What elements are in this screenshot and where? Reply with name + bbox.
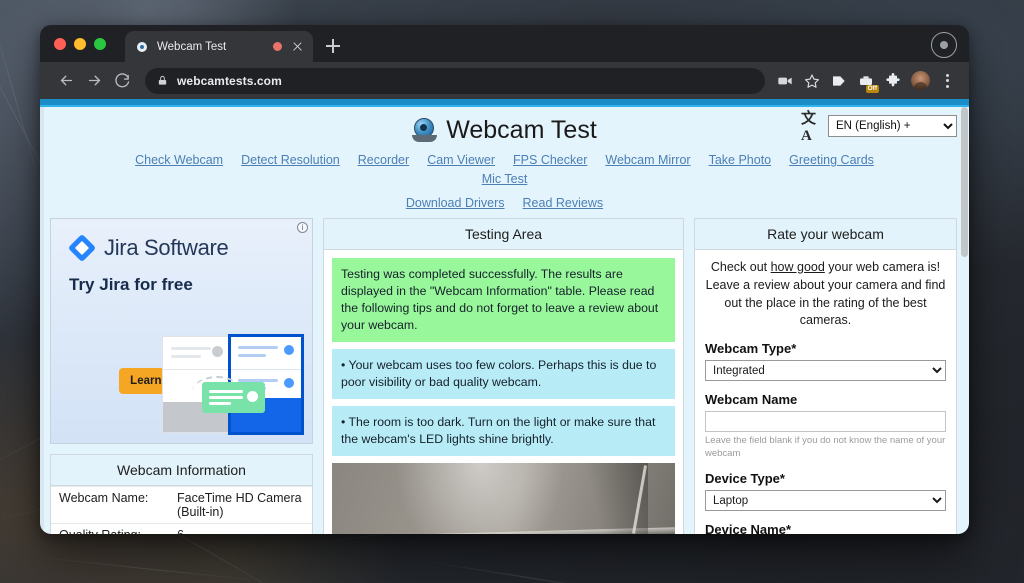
rate-webcam-heading: Rate your webcam xyxy=(695,219,956,250)
advertisement-jira[interactable]: i Jira Software Try Jira for free Learn … xyxy=(50,218,313,444)
browser-toolbar: webcamtests.com xyxy=(40,62,969,99)
page-content: Webcam Test 文A EN (English) + Check Webc… xyxy=(40,107,969,534)
reading-list-tag-icon[interactable] xyxy=(827,68,851,94)
middle-column: Testing Area Testing was completed succe… xyxy=(323,218,684,534)
device-name-label: Device Name* xyxy=(705,522,791,534)
tab-search-icon[interactable] xyxy=(931,32,957,58)
device-type-select[interactable]: Laptop xyxy=(705,490,946,512)
rate-webcam-body: Check out how good your web camera is! L… xyxy=(695,250,956,534)
webcam-icon xyxy=(412,118,438,143)
webcam-favicon-icon xyxy=(135,39,149,54)
language-switcher[interactable]: 文A EN (English) + xyxy=(801,111,957,144)
webcam-preview-video[interactable] xyxy=(332,462,675,534)
nav-link-mic-test[interactable]: Mic Test xyxy=(482,172,528,186)
minimize-window-button[interactable] xyxy=(74,38,86,50)
secondary-nav: Download Drivers Read Reviews xyxy=(40,186,969,210)
primary-nav: Check Webcam Detect Resolution Recorder … xyxy=(40,150,969,186)
bookmark-star-icon[interactable] xyxy=(800,68,824,94)
wallpaper-streak xyxy=(419,560,638,583)
browser-tab[interactable]: Webcam Test xyxy=(125,31,313,62)
right-column: Rate your webcam Check out how good your… xyxy=(694,218,957,534)
testing-area-body: Testing was completed successfully. The … xyxy=(324,250,683,534)
wallpaper-streak xyxy=(29,556,269,583)
how-good-link[interactable]: how good xyxy=(771,260,825,274)
testing-area-card: Testing Area Testing was completed succe… xyxy=(323,218,684,534)
window-traffic-lights xyxy=(40,38,106,62)
nav-link-check-webcam[interactable]: Check Webcam xyxy=(135,153,223,167)
webcam-information-table: Webcam Name: FaceTime HD Camera (Built-i… xyxy=(51,486,312,534)
nav-link-fps-checker[interactable]: FPS Checker xyxy=(513,153,587,167)
test-tip: • The room is too dark. Turn on the ligh… xyxy=(332,405,675,456)
close-window-button[interactable] xyxy=(54,38,66,50)
toolbar-icons xyxy=(773,68,959,94)
site-header: Webcam Test 文A EN (English) + xyxy=(40,107,969,150)
testing-area-heading: Testing Area xyxy=(324,219,683,250)
page-title-text: Webcam Test xyxy=(446,116,597,144)
nav-link-download-drivers[interactable]: Download Drivers xyxy=(406,196,505,210)
ad-illustration xyxy=(162,334,304,437)
wallpaper-streak xyxy=(0,10,43,194)
ad-brand-text: Jira Software xyxy=(104,235,229,260)
scrollbar-thumb[interactable] xyxy=(961,107,968,257)
maximize-window-button[interactable] xyxy=(94,38,106,50)
test-success-message: Testing was completed successfully. The … xyxy=(332,258,675,342)
nav-link-take-photo[interactable]: Take Photo xyxy=(709,153,772,167)
chrome-menu-icon[interactable] xyxy=(935,68,959,94)
table-row: Quality Rating: 6 xyxy=(51,523,312,534)
webcam-name-hint: Leave the field blank if you do not know… xyxy=(705,435,946,459)
jira-logo-icon xyxy=(67,233,97,263)
rate-intro-before: Check out xyxy=(710,260,771,274)
webcam-name-input[interactable] xyxy=(705,411,946,432)
extensions-puzzle-icon[interactable] xyxy=(881,68,905,94)
webcam-information-card: Webcam Information Webcam Name: FaceTime… xyxy=(50,454,313,534)
close-tab-icon[interactable] xyxy=(290,39,305,54)
back-button[interactable] xyxy=(52,67,80,95)
table-row: Webcam Name: FaceTime HD Camera (Built-i… xyxy=(51,486,312,524)
forward-button[interactable] xyxy=(80,67,108,95)
profile-avatar[interactable] xyxy=(908,68,932,94)
nav-link-recorder[interactable]: Recorder xyxy=(358,153,409,167)
info-value: FaceTime HD Camera (Built-in) xyxy=(169,486,312,524)
nav-link-webcam-mirror[interactable]: Webcam Mirror xyxy=(605,153,690,167)
address-bar[interactable]: webcamtests.com xyxy=(145,67,765,94)
camera-permission-icon[interactable] xyxy=(773,68,797,94)
incognito-badge-icon[interactable] xyxy=(854,68,880,94)
left-column: i Jira Software Try Jira for free Learn … xyxy=(50,218,313,534)
webcam-type-label: Webcam Type* xyxy=(705,341,797,356)
lock-icon xyxy=(158,75,167,85)
browser-window: Webcam Test webcamtests.com Off Webcam T… xyxy=(40,25,969,534)
new-tab-button[interactable] xyxy=(320,33,346,59)
translate-icon: 文A xyxy=(801,111,817,144)
page-columns: i Jira Software Try Jira for free Learn … xyxy=(40,210,969,534)
nav-link-greeting-cards[interactable]: Greeting Cards xyxy=(789,153,874,167)
ad-info-icon[interactable]: i xyxy=(297,222,308,233)
address-bar-url: webcamtests.com xyxy=(177,73,282,88)
page-left-edge xyxy=(40,107,44,534)
rate-webcam-card: Rate your webcam Check out how good your… xyxy=(694,218,957,534)
ad-headline: Try Jira for free xyxy=(69,275,193,294)
reload-button[interactable] xyxy=(108,67,136,95)
nav-link-read-reviews[interactable]: Read Reviews xyxy=(523,196,604,210)
device-type-label: Device Type* xyxy=(705,471,785,487)
tab-title: Webcam Test xyxy=(157,40,227,53)
page-scrollbar[interactable] xyxy=(960,107,969,534)
nav-link-cam-viewer[interactable]: Cam Viewer xyxy=(427,153,495,167)
recording-dot-icon xyxy=(273,42,282,51)
ad-brand: Jira Software xyxy=(51,219,312,263)
test-tip: • Your webcam uses too few colors. Perha… xyxy=(332,348,675,399)
tab-strip: Webcam Test xyxy=(40,25,969,62)
language-select[interactable]: EN (English) + xyxy=(828,115,957,137)
info-value: 6 xyxy=(169,523,312,534)
webcam-information-heading: Webcam Information xyxy=(51,455,312,486)
webcam-type-select[interactable]: Integrated xyxy=(705,360,946,381)
info-key: Quality Rating: xyxy=(51,523,169,534)
info-key: Webcam Name: xyxy=(51,486,169,524)
webcam-name-label: Webcam Name xyxy=(705,392,798,407)
nav-link-detect-resolution[interactable]: Detect Resolution xyxy=(241,153,340,167)
rate-intro-text: Check out how good your web camera is! L… xyxy=(705,259,946,330)
